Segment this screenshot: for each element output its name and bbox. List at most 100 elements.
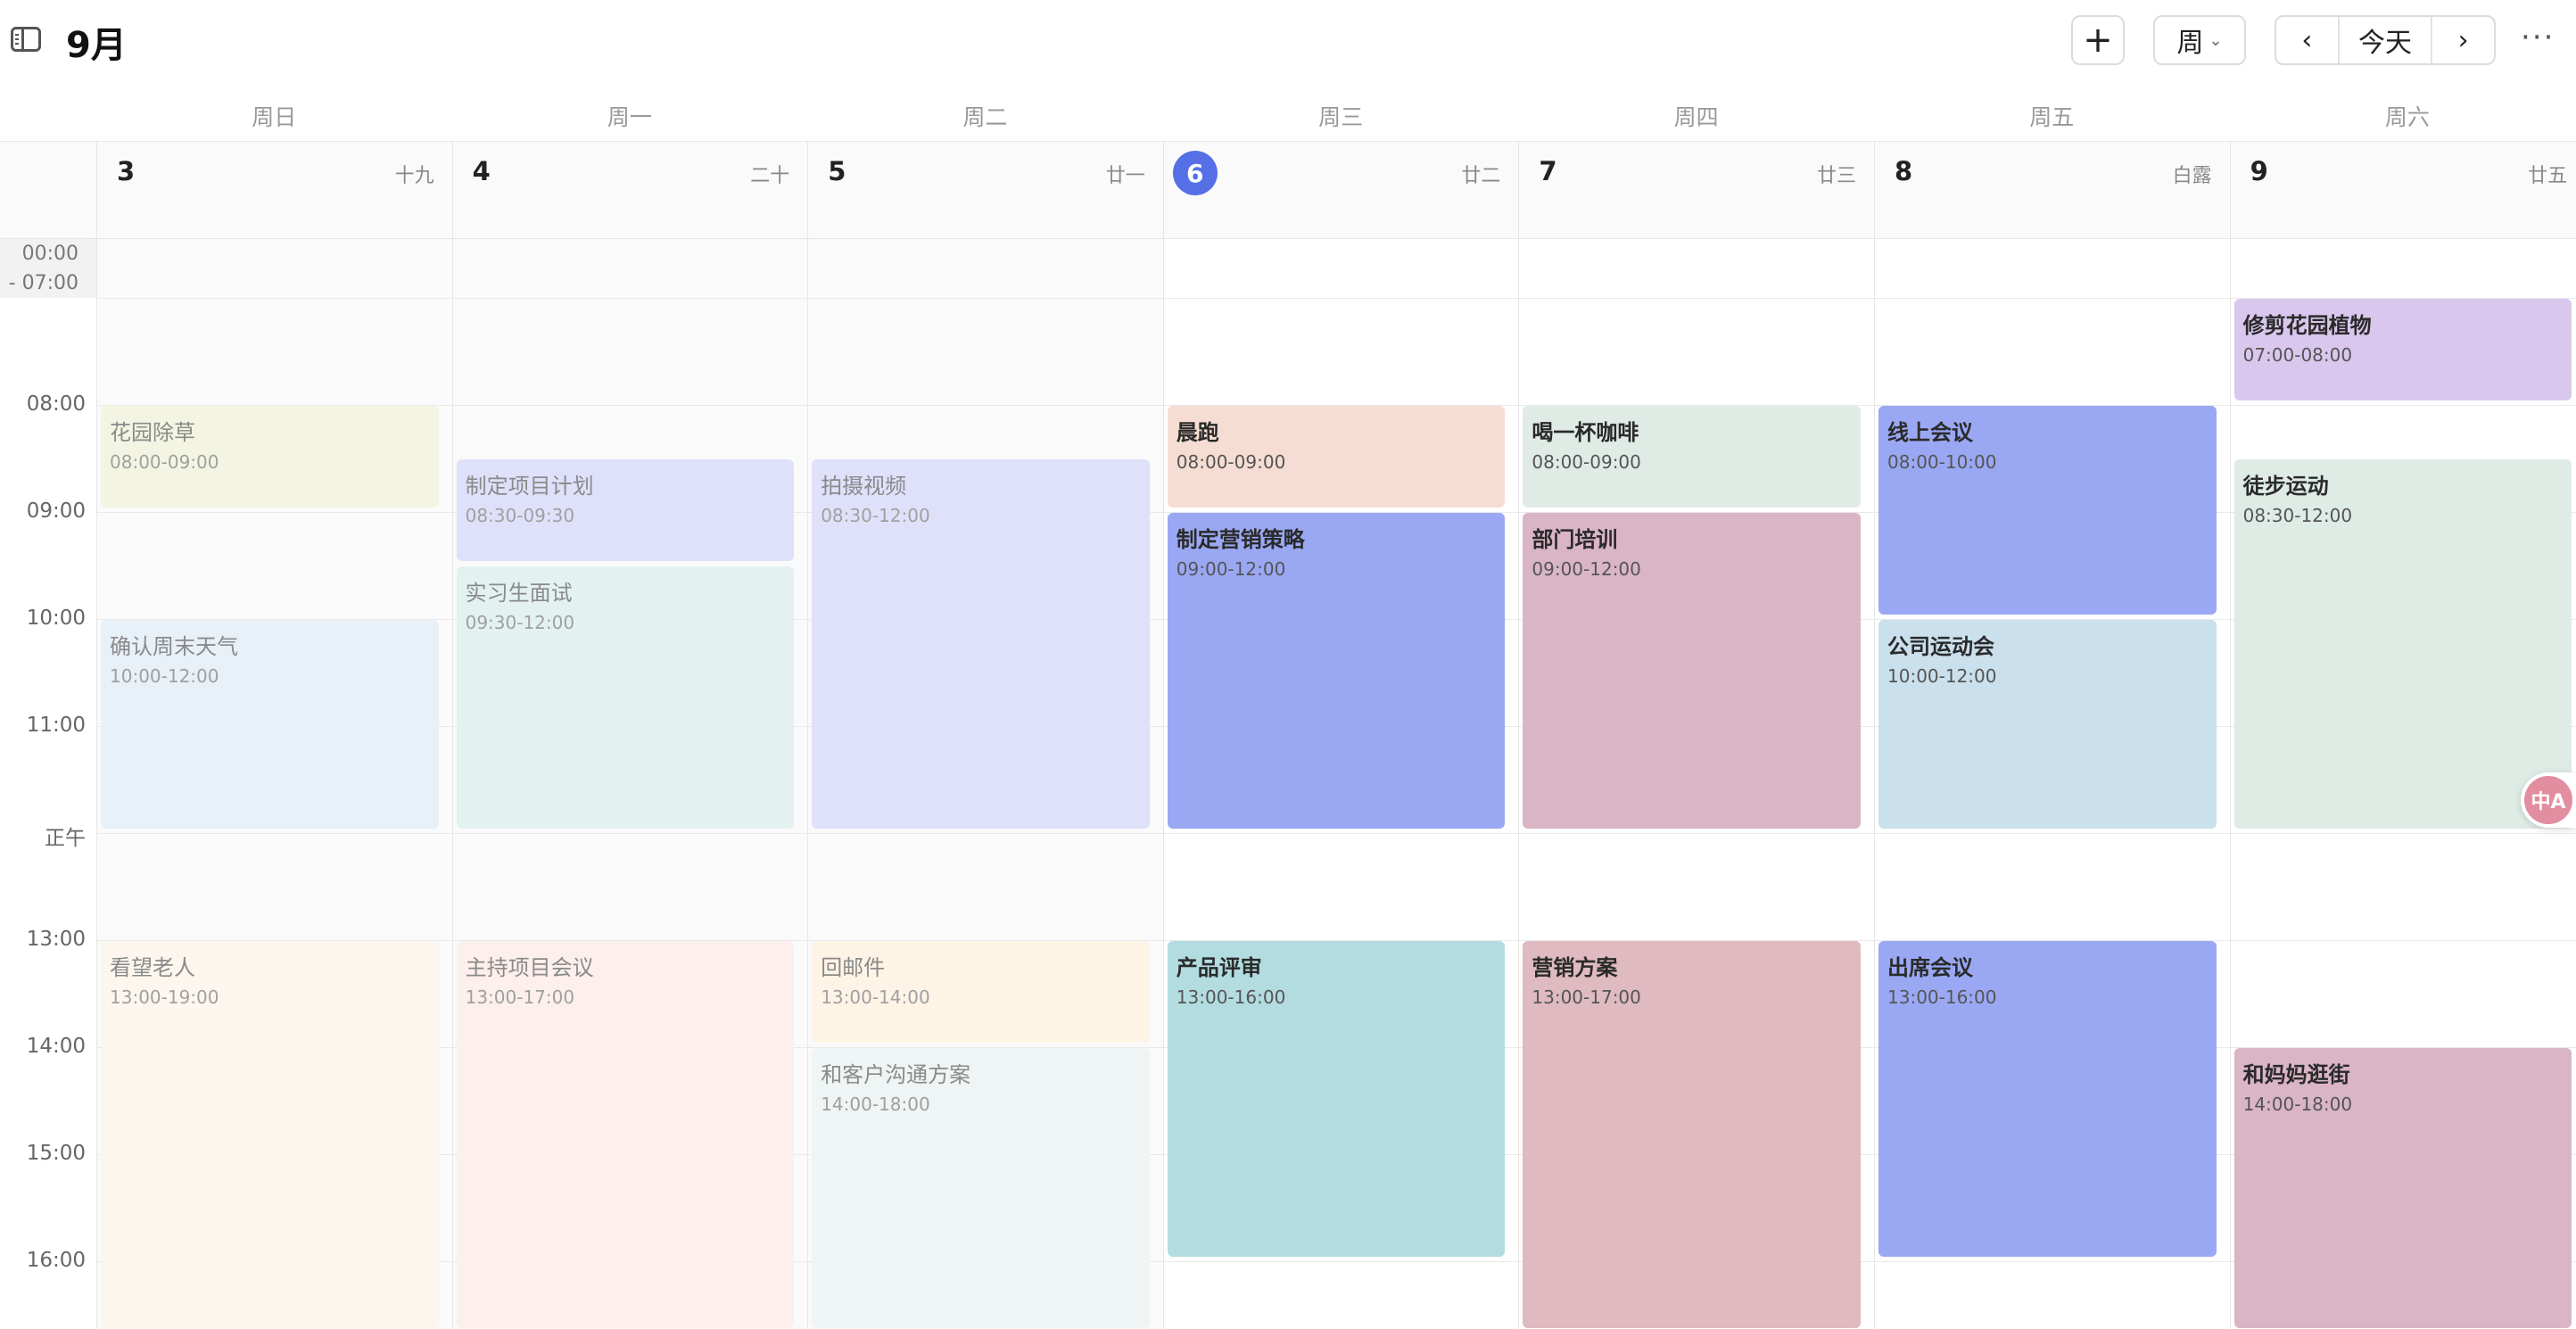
lunar-date: 廿二 bbox=[1461, 165, 1501, 187]
event-title: 线上会议 bbox=[1887, 420, 1973, 445]
event-title: 喝一杯咖啡 bbox=[1532, 420, 1639, 445]
add-event-button[interactable]: + bbox=[2071, 15, 2125, 65]
calendar-event[interactable]: 产品评审 13:00-16:00 bbox=[1167, 941, 1506, 1257]
translate-fab[interactable]: 中A bbox=[2521, 772, 2576, 828]
event-time: 10:00-12:00 bbox=[1887, 665, 1997, 687]
date-cell[interactable]: 5 廿一 bbox=[807, 142, 1163, 238]
weekday-label: 周六 bbox=[2384, 104, 2430, 130]
event-title: 和妈妈逛街 bbox=[2242, 1062, 2350, 1087]
date-number: 3 bbox=[117, 156, 136, 186]
date-cell[interactable]: 9 廿五 bbox=[2229, 142, 2576, 238]
calendar-event[interactable]: 公司运动会 10:00-12:00 bbox=[1878, 620, 2217, 829]
calendar-event[interactable]: 晨跑 08:00-09:00 bbox=[1167, 406, 1506, 508]
calendar-event[interactable]: 徒步运动 08:30-12:00 bbox=[2233, 459, 2572, 829]
date-cell[interactable]: 4 二十 bbox=[451, 142, 808, 238]
calendar-event[interactable]: 看望老人 13:00-19:00 bbox=[101, 941, 439, 1328]
weekday-label: 周四 bbox=[1673, 104, 1719, 130]
hour-label: 14:00 bbox=[26, 1035, 86, 1058]
top-bar: 9月 + 周 ⌄ ‹ 今天 › ··· bbox=[0, 0, 2576, 82]
event-time: 14:00-18:00 bbox=[2242, 1094, 2353, 1115]
hour-label: 08:00 bbox=[26, 392, 86, 416]
calendar-event[interactable]: 和妈妈逛街 14:00-18:00 bbox=[2233, 1048, 2572, 1328]
date-number: 9 bbox=[2250, 156, 2268, 186]
today-button[interactable]: 今天 bbox=[2340, 17, 2433, 63]
hour-label: 正午 bbox=[45, 827, 86, 850]
grid-line bbox=[96, 298, 2576, 299]
date-cell[interactable]: 7 廿三 bbox=[1518, 142, 1874, 238]
calendar-event[interactable]: 制定营销策略 09:00-12:00 bbox=[1167, 513, 1506, 829]
event-time: 14:00-18:00 bbox=[821, 1094, 930, 1115]
weekday-label: 周一 bbox=[607, 104, 652, 130]
event-time: 13:00-17:00 bbox=[465, 986, 575, 1008]
event-time: 08:00-09:00 bbox=[110, 451, 219, 473]
calendar-event[interactable]: 拍摄视频 08:30-12:00 bbox=[812, 459, 1150, 829]
lunar-date: 十九 bbox=[394, 165, 434, 187]
calendar-event[interactable]: 修剪花园植物 07:00-08:00 bbox=[2233, 299, 2572, 400]
event-time: 08:30-09:30 bbox=[465, 505, 575, 526]
event-title: 制定营销策略 bbox=[1176, 527, 1305, 552]
view-selector-button[interactable]: 周 ⌄ bbox=[2153, 15, 2246, 65]
calendar-event[interactable]: 线上会议 08:00-10:00 bbox=[1878, 406, 2217, 615]
weekday-label: 周三 bbox=[1318, 104, 1364, 130]
today-date-badge: 6 bbox=[1172, 151, 1218, 195]
event-time: 09:00-12:00 bbox=[1532, 558, 1641, 580]
event-title: 主持项目会议 bbox=[465, 955, 594, 980]
event-time: 08:30-12:00 bbox=[821, 505, 930, 526]
event-title: 确认周末天气 bbox=[110, 634, 238, 659]
calendar-event[interactable]: 确认周末天气 10:00-12:00 bbox=[101, 620, 439, 829]
calendar-event[interactable]: 和客户沟通方案 14:00-18:00 bbox=[812, 1048, 1150, 1328]
event-time: 08:00-09:00 bbox=[1532, 451, 1641, 473]
event-title: 公司运动会 bbox=[1887, 634, 1994, 659]
calendar-event[interactable]: 实习生面试 09:30-12:00 bbox=[456, 566, 795, 829]
hour-label: 15:00 bbox=[26, 1142, 86, 1165]
event-time: 09:00-12:00 bbox=[1176, 558, 1286, 580]
hour-label: 09:00 bbox=[26, 499, 86, 523]
event-title: 看望老人 bbox=[110, 955, 195, 980]
calendar-event[interactable]: 花园除草 08:00-09:00 bbox=[101, 406, 439, 508]
event-title: 回邮件 bbox=[821, 955, 886, 980]
weekday-label: 周二 bbox=[962, 104, 1008, 130]
collapsed-start-time: 00:00 bbox=[21, 243, 78, 265]
date-cell[interactable]: 6 廿二 bbox=[1162, 142, 1519, 238]
lunar-date: 廿三 bbox=[1816, 165, 1856, 187]
calendar-event[interactable]: 回邮件 13:00-14:00 bbox=[812, 941, 1150, 1043]
sidebar-toggle-icon[interactable] bbox=[11, 27, 41, 52]
hour-label: 10:00 bbox=[26, 607, 86, 630]
collapsed-hours-label[interactable]: 00:00 - 07:00 bbox=[0, 239, 96, 298]
prev-week-button[interactable]: ‹ bbox=[2276, 17, 2340, 63]
hour-label: 16:00 bbox=[26, 1249, 86, 1272]
column-divider bbox=[451, 239, 453, 1329]
column-divider bbox=[1874, 239, 1875, 1329]
event-time: 13:00-14:00 bbox=[821, 986, 930, 1008]
weekday-label: 周五 bbox=[2029, 104, 2075, 130]
calendar-event[interactable]: 主持项目会议 13:00-17:00 bbox=[456, 941, 795, 1328]
event-time: 08:00-10:00 bbox=[1887, 451, 1997, 473]
lunar-date: 廿五 bbox=[2528, 165, 2568, 187]
calendar-event[interactable]: 喝一杯咖啡 08:00-09:00 bbox=[1523, 406, 1861, 508]
event-title: 产品评审 bbox=[1176, 955, 1262, 980]
more-options-icon[interactable]: ··· bbox=[2521, 20, 2555, 55]
column-divider bbox=[96, 239, 97, 1329]
weekday-label: 周日 bbox=[252, 104, 297, 130]
next-week-button[interactable]: › bbox=[2432, 17, 2494, 63]
event-time: 09:30-12:00 bbox=[465, 612, 575, 633]
calendar-event[interactable]: 营销方案 13:00-17:00 bbox=[1523, 941, 1861, 1328]
hour-label: 11:00 bbox=[26, 714, 86, 737]
column-divider bbox=[1518, 239, 1520, 1329]
event-title: 和客户沟通方案 bbox=[821, 1062, 971, 1087]
collapsed-end-time: - 07:00 bbox=[8, 272, 78, 294]
event-title: 修剪花园植物 bbox=[2242, 313, 2372, 338]
view-selector-label: 周 bbox=[2176, 28, 2204, 59]
date-navigation: ‹ 今天 › bbox=[2275, 15, 2496, 65]
event-time: 08:30-12:00 bbox=[2242, 505, 2353, 526]
date-number: 7 bbox=[1539, 156, 1557, 186]
grid-line bbox=[96, 833, 2576, 834]
date-cell[interactable]: 8 白露 bbox=[1874, 142, 2230, 238]
chevron-down-icon: ⌄ bbox=[2209, 30, 2223, 50]
calendar-event[interactable]: 制定项目计划 08:30-09:30 bbox=[456, 459, 795, 561]
calendar-event[interactable]: 出席会议 13:00-16:00 bbox=[1878, 941, 2217, 1257]
column-divider bbox=[807, 239, 809, 1329]
date-cell[interactable]: 3 十九 bbox=[96, 142, 452, 238]
event-title: 营销方案 bbox=[1532, 955, 1618, 980]
calendar-event[interactable]: 部门培训 09:00-12:00 bbox=[1523, 513, 1861, 829]
